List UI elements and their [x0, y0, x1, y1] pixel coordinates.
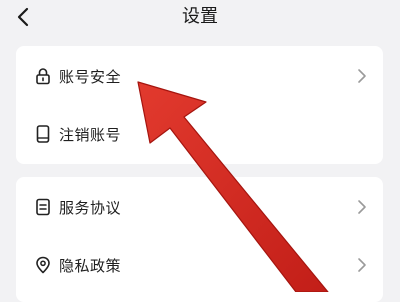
document-icon — [34, 198, 52, 216]
chevron-right-icon — [356, 199, 368, 215]
phone-icon — [34, 125, 52, 143]
settings-item-service-agreement[interactable]: 服务协议 — [16, 179, 383, 235]
chevron-right-icon — [356, 257, 368, 273]
settings-item-label: 隐私政策 — [59, 256, 122, 275]
settings-item-label: 账号安全 — [59, 67, 122, 86]
page-title: 设置 — [182, 6, 218, 27]
settings-item-label: 服务协议 — [59, 198, 122, 217]
settings-card-account: 账号安全 注销账号 — [16, 46, 383, 164]
settings-item-account-security[interactable]: 账号安全 — [16, 48, 383, 104]
location-shield-icon — [34, 256, 52, 274]
chevron-right-icon — [356, 68, 368, 84]
settings-item-delete-account[interactable]: 注销账号 — [16, 106, 383, 162]
settings-item-privacy-policy[interactable]: 隐私政策 — [16, 237, 383, 293]
top-bar: 设置 — [0, 0, 400, 36]
settings-item-label: 注销账号 — [59, 125, 122, 144]
lock-icon — [34, 67, 52, 85]
settings-card-legal: 服务协议 隐私政策 — [16, 177, 383, 302]
